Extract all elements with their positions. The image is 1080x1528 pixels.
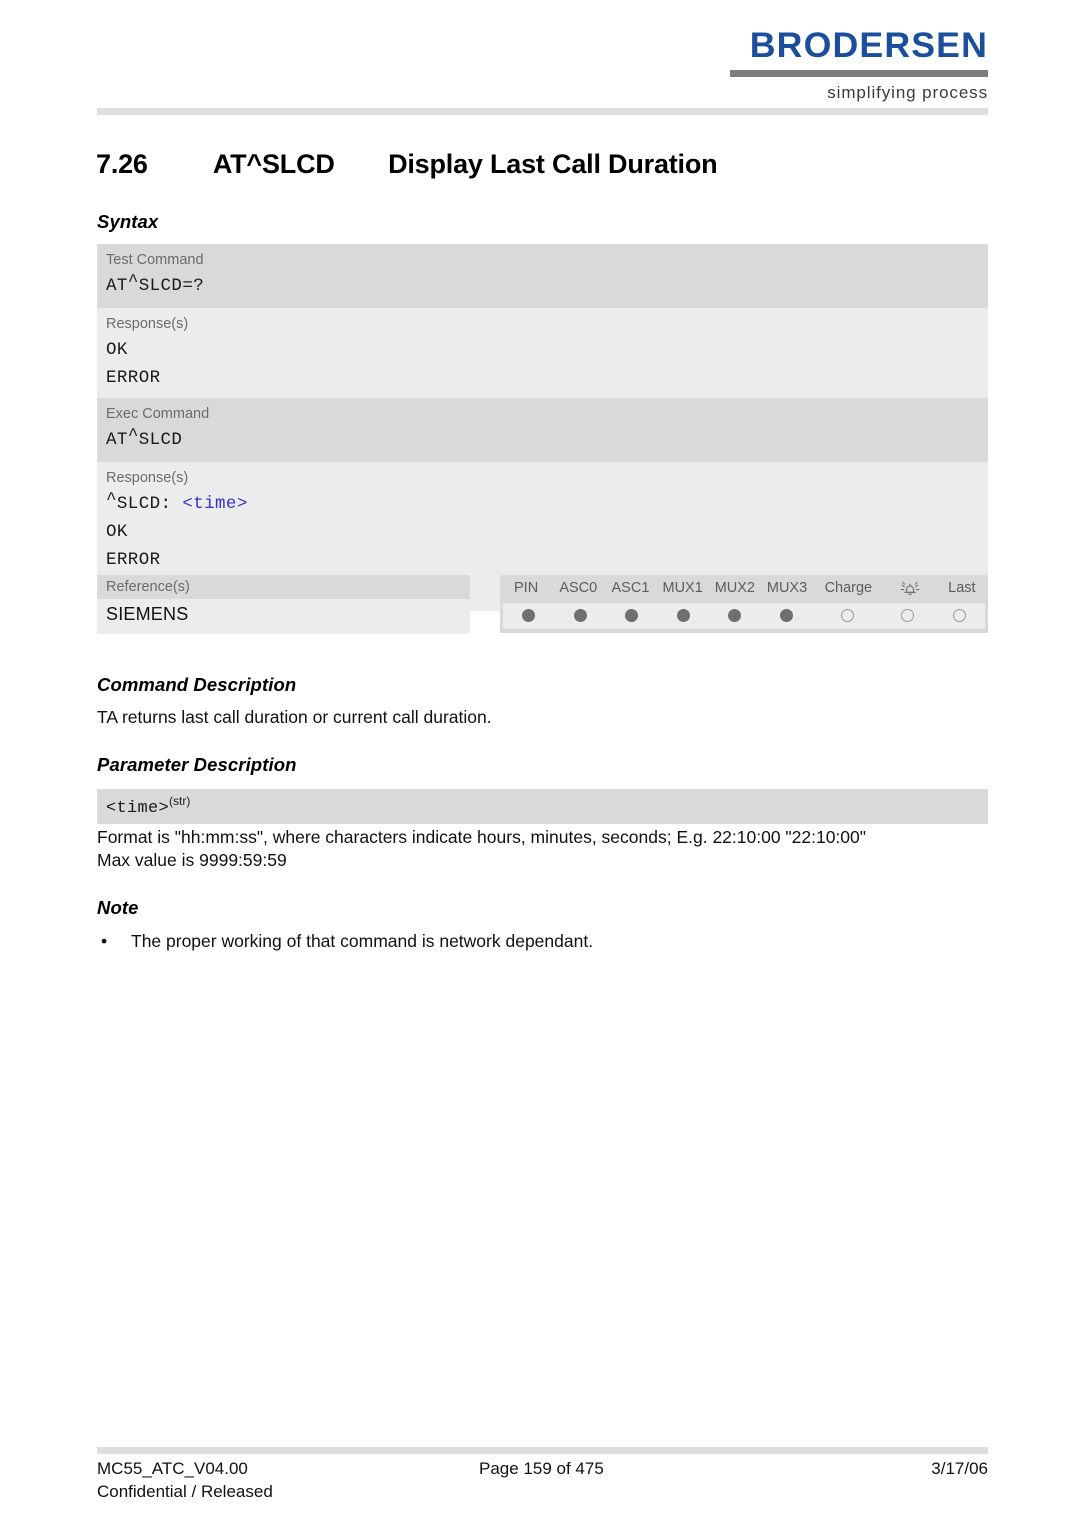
brodersen-logo: BRODERSEN simplifying process (730, 28, 988, 103)
exec-response-line: OK (106, 521, 128, 542)
test-command-prefix: AT (106, 276, 128, 297)
indicator-state-row (503, 603, 985, 629)
command-description-text: TA returns last call duration or current… (97, 707, 492, 727)
note-list: • The proper working of that command is … (97, 930, 957, 953)
indicator-header-asc1: ASC1 (611, 580, 650, 596)
logo-tagline-text: simplifying process (827, 83, 988, 102)
test-command-code: AT^SLCD=? (97, 272, 988, 300)
parameter-description-text: Format is "hh:mm:ss", where characters i… (97, 827, 866, 871)
note-list-item: • The proper working of that command is … (97, 930, 957, 953)
references-box: Reference(s) SIEMENS (97, 575, 470, 634)
test-command-band: Test Command AT^SLCD=? (97, 244, 988, 308)
alarm-bell-icon (884, 575, 936, 603)
header-divider-rule (97, 108, 988, 115)
exec-command-suffix: SLCD (138, 430, 183, 451)
indicator-header-mux1: MUX1 (662, 580, 703, 596)
indicator-header-mux2: MUX2 (714, 580, 755, 596)
references-value-wrap: SIEMENS (97, 599, 470, 634)
exec-response-result-line: ^SLCD: <time> (97, 490, 988, 518)
indicator-dot-filled (676, 609, 690, 622)
indicator-dot-hollow (840, 609, 854, 622)
indicator-header-asc0: ASC0 (559, 580, 598, 596)
footer-top-line: MC55_ATC_V04.00 Page 159 of 475 3/17/06 (97, 1459, 988, 1482)
indicator-dot-hollow (901, 609, 915, 622)
footer-date: 3/17/06 (931, 1459, 988, 1478)
parameter-name-text: <time> (106, 799, 170, 818)
indicator-cell-mux3 (761, 603, 813, 629)
indicator-dot-hollow (952, 609, 966, 622)
indicator-header-row: PIN ASC0 ASC1 MUX1 MUX2 MUX3 Charge Last (500, 575, 988, 603)
logo-wordmark-text: BRODERSEN (749, 26, 988, 65)
page-title-command: AT^SLCD (212, 149, 335, 179)
test-response-label: Response(s) (106, 315, 189, 332)
page-footer: MC55_ATC_V04.00 Page 159 of 475 3/17/06 … (97, 1459, 988, 1501)
indicator-cell-alarm (882, 603, 934, 629)
exec-command-label: Exec Command (106, 406, 210, 422)
exec-response-parameter: <time> (182, 494, 248, 514)
references-value: SIEMENS (106, 604, 189, 624)
exec-response-label: Response(s) (106, 469, 189, 486)
reference-indicator-row: Reference(s) SIEMENS PIN ASC0 ASC1 MUX1 … (97, 575, 988, 637)
indicator-cell-asc0 (555, 603, 607, 629)
test-command-label: Test Command (106, 252, 204, 268)
caret-symbol: ^ (127, 426, 139, 447)
exec-command-prefix: AT (106, 430, 128, 451)
logo-divider-bar (730, 70, 988, 77)
page-title: 7.26 AT^SLCD Display Last Call Duration (96, 149, 718, 180)
note-bullet-icon: • (101, 931, 108, 951)
footer-document-id: MC55_ATC_V04.00 (97, 1459, 248, 1478)
indicator-dot-filled (728, 609, 742, 622)
indicator-dot-filled (573, 609, 587, 622)
exec-response-line: ERROR (106, 549, 161, 570)
heading-syntax: Syntax (97, 211, 159, 232)
indicator-header-charge: Charge (824, 580, 873, 596)
heading-command-description: Command Description (97, 674, 297, 695)
exec-command-code: AT^SLCD (97, 426, 988, 454)
test-response-line: OK (106, 340, 128, 360)
footer-page-number: Page 159 of 475 (479, 1459, 604, 1478)
exec-response-head: SLCD: (116, 494, 183, 514)
indicator-header-last: Last (948, 580, 976, 596)
indicator-cell-mux1 (658, 603, 710, 629)
indicator-cell-mux2 (709, 603, 761, 629)
heading-parameter-description: Parameter Description (97, 754, 297, 775)
references-label: Reference(s) (106, 579, 190, 595)
caret-symbol: ^ (127, 272, 139, 293)
indicator-cell-pin (503, 603, 555, 629)
indicator-header-pin: PIN (514, 580, 539, 596)
caret-symbol: ^ (106, 490, 117, 510)
exec-command-band: Exec Command AT^SLCD (97, 398, 988, 462)
footer-confidentiality: Confidential / Released (97, 1482, 273, 1501)
parameter-name-box: <time>(str) (97, 789, 988, 824)
indicator-header-mux3: MUX3 (766, 580, 808, 596)
page-title-description: Display Last Call Duration (388, 149, 718, 179)
indicator-cell-charge (812, 603, 882, 629)
indicator-cell-last (933, 603, 985, 629)
test-response-line: ERROR (106, 367, 161, 388)
indicator-dot-filled (625, 609, 639, 622)
indicator-dot-filled (522, 609, 536, 622)
page-title-number: 7.26 (96, 149, 148, 179)
indicator-cell-asc1 (606, 603, 658, 629)
parameter-name: <time>(str) (97, 794, 988, 818)
footer-divider-rule (97, 1447, 988, 1454)
heading-note: Note (97, 897, 139, 918)
test-command-suffix: SLCD=? (138, 276, 205, 297)
indicator-table: PIN ASC0 ASC1 MUX1 MUX2 MUX3 Charge Last (500, 575, 988, 633)
note-item-text: The proper working of that command is ne… (131, 931, 594, 951)
indicator-dot-filled (780, 609, 793, 622)
parameter-type-superscript: (str) (169, 794, 191, 808)
page-header: BRODERSEN simplifying process (0, 0, 1080, 126)
